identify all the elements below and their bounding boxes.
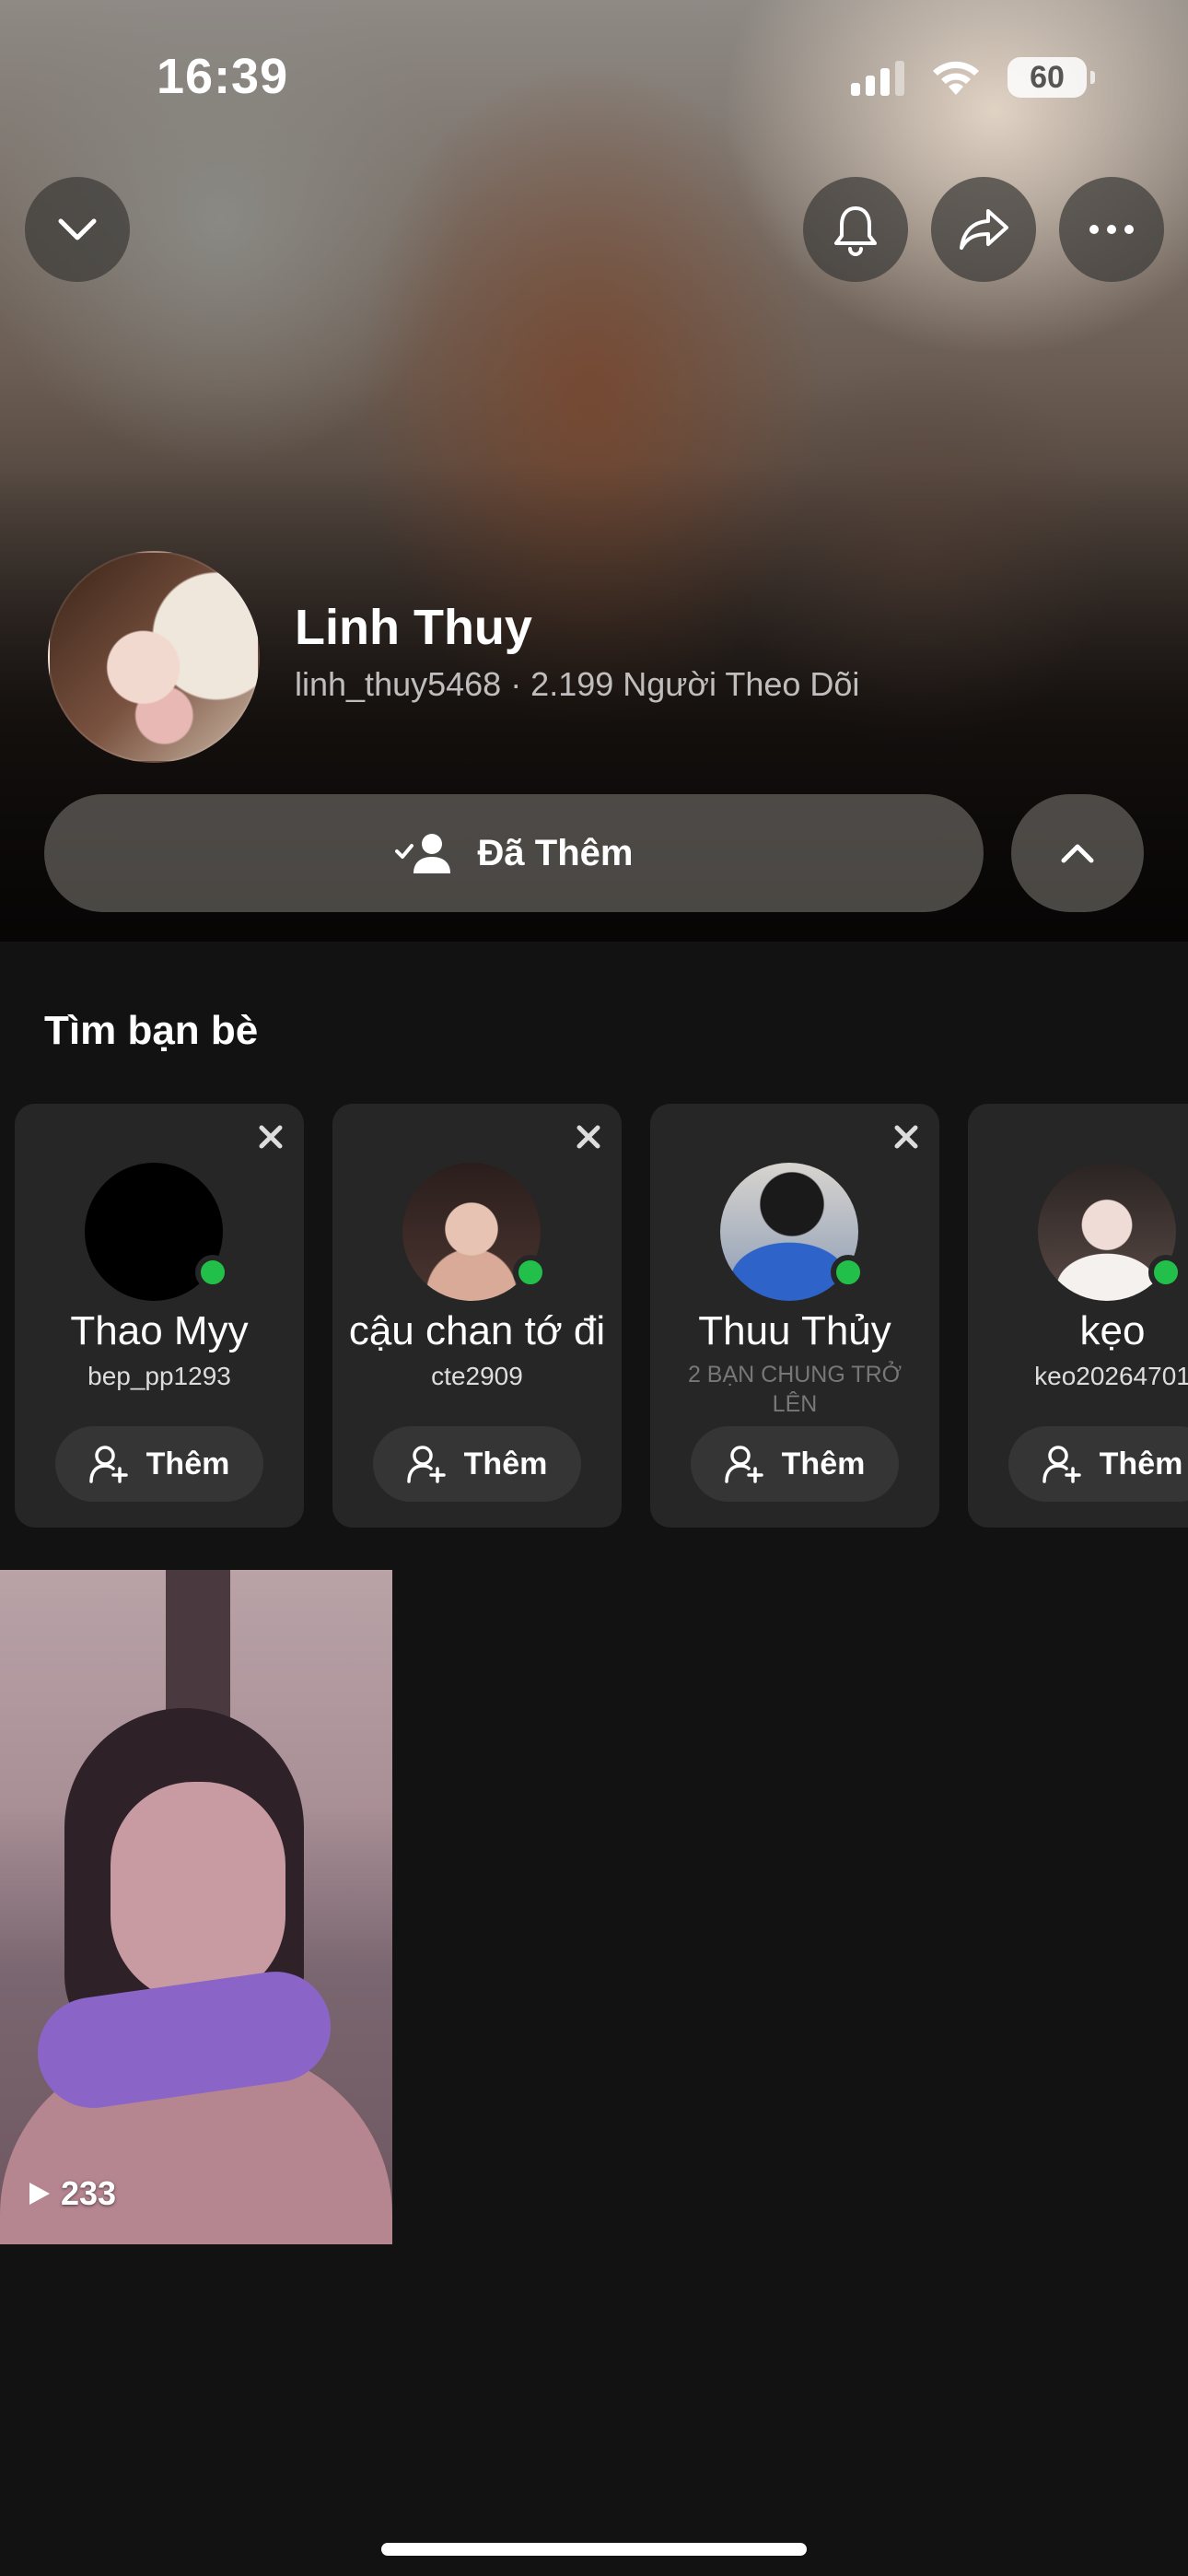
more-dots-icon xyxy=(1089,225,1134,234)
friend-username: bep_pp1293 xyxy=(87,1362,231,1390)
profile-avatar[interactable] xyxy=(48,551,260,763)
close-icon xyxy=(894,1125,918,1149)
mutual-friends-label: 2 BẠN CHUNG TRỞ LÊN xyxy=(687,1362,903,1417)
back-button[interactable] xyxy=(25,177,130,282)
online-indicator xyxy=(831,1255,866,1290)
friend-suggestion-card[interactable]: cậu chan tớ đi cte2909 Thêm xyxy=(332,1104,622,1528)
dismiss-button[interactable] xyxy=(576,1124,601,1154)
friend-suggestion-card[interactable]: Thao Myy bep_pp1293 Thêm xyxy=(15,1104,304,1528)
dismiss-button[interactable] xyxy=(258,1124,284,1154)
friend-name: Thuu Thủy xyxy=(698,1308,891,1353)
profile-subtitle: linh_thuy5468 · 2.199 Người Theo Dõi xyxy=(295,665,860,703)
share-arrow-icon xyxy=(960,209,1008,250)
user-plus-icon xyxy=(406,1446,446,1483)
profile-name: Linh Thuy xyxy=(295,600,532,655)
friend-username: keo20264701 xyxy=(1034,1362,1188,1390)
friend-suggestion-card[interactable]: Thuu Thủy 2 BẠN CHUNG TRỞ LÊN Thêm xyxy=(650,1104,939,1528)
thumbnail-art xyxy=(111,1782,285,2003)
bell-icon xyxy=(834,206,877,256)
add-friend-button[interactable]: Thêm xyxy=(373,1426,581,1502)
more-options-button[interactable] xyxy=(1059,177,1164,282)
add-friend-button[interactable]: Thêm xyxy=(1008,1426,1188,1502)
user-plus-icon xyxy=(724,1446,763,1483)
user-check-icon xyxy=(394,834,450,873)
notification-button[interactable] xyxy=(803,177,908,282)
user-plus-icon xyxy=(1042,1446,1081,1483)
close-icon xyxy=(577,1125,600,1149)
online-indicator xyxy=(513,1255,548,1290)
dismiss-button[interactable] xyxy=(893,1124,919,1154)
find-friends-title: Tìm bạn bè xyxy=(44,1008,259,1053)
add-friend-label: Thêm xyxy=(1099,1446,1183,1481)
friend-suggestion-card[interactable]: kẹo keo20264701 Thêm xyxy=(968,1104,1188,1528)
online-indicator xyxy=(195,1255,230,1290)
friend-username: cte2909 xyxy=(431,1362,523,1390)
add-friend-button[interactable]: Thêm xyxy=(691,1426,899,1502)
collapse-button[interactable] xyxy=(1011,794,1144,912)
add-friend-label: Thêm xyxy=(146,1446,230,1481)
close-icon xyxy=(259,1125,283,1149)
friend-name: Thao Myy xyxy=(70,1308,249,1353)
added-friend-button[interactable]: Đã Thêm xyxy=(44,794,984,912)
cellular-signal-icon xyxy=(851,59,904,96)
online-indicator xyxy=(1148,1255,1183,1290)
view-count-value: 233 xyxy=(61,2174,117,2212)
view-count: 233 xyxy=(28,2174,116,2213)
friend-name: cậu chan tớ đi xyxy=(348,1308,606,1353)
story-thumbnail[interactable]: 233 xyxy=(0,1570,392,2244)
add-friend-button[interactable]: Thêm xyxy=(55,1426,263,1502)
add-friend-label: Thêm xyxy=(781,1446,866,1481)
share-button[interactable] xyxy=(931,177,1036,282)
added-friend-label: Đã Thêm xyxy=(477,832,634,873)
home-indicator[interactable] xyxy=(381,2543,807,2556)
friend-suggestions-carousel[interactable]: Thao Myy bep_pp1293 Thêm cậu chan tớ đi … xyxy=(15,1104,1188,1528)
wifi-icon xyxy=(933,61,979,95)
status-icons: 60 xyxy=(851,57,1095,98)
chevron-up-icon xyxy=(1061,844,1094,863)
battery-icon: 60 xyxy=(1007,57,1095,98)
play-icon xyxy=(29,2183,50,2205)
user-plus-icon xyxy=(88,1446,128,1483)
friend-name: kẹo xyxy=(1079,1308,1146,1353)
chevron-down-icon xyxy=(58,218,97,240)
add-friend-label: Thêm xyxy=(463,1446,548,1481)
status-time: 16:39 xyxy=(157,49,289,104)
